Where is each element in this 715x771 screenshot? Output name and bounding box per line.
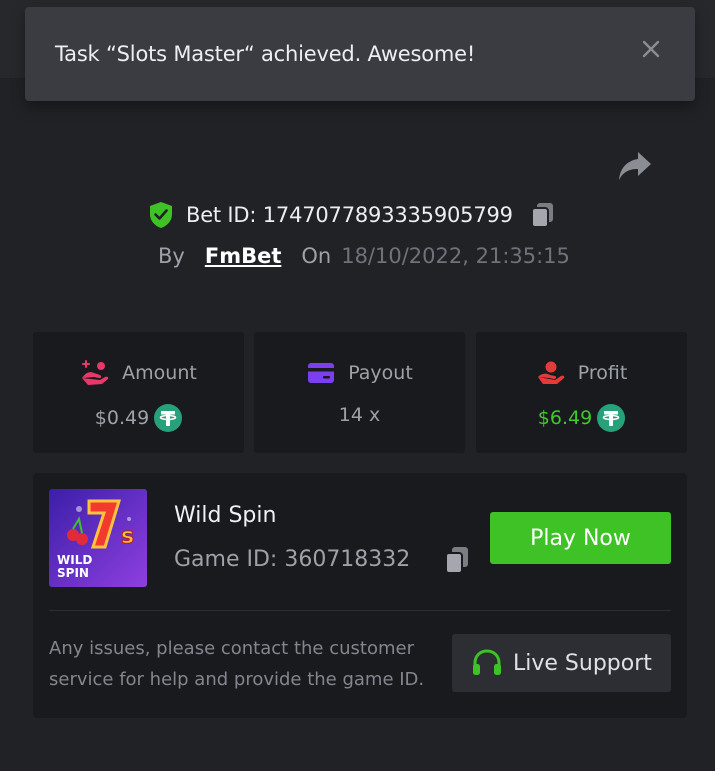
live-support-button[interactable]: Live Support: [452, 634, 671, 692]
on-label: On: [301, 244, 332, 268]
copy-game-id-icon[interactable]: [443, 545, 471, 575]
payout-label: Payout: [348, 362, 413, 384]
author-link[interactable]: FmBet: [205, 244, 282, 268]
hand-profit-icon: [537, 361, 564, 384]
game-name: Wild Spin: [174, 503, 277, 528]
achievement-toast: Task “Slots Master“ achieved. Awesome!: [25, 7, 695, 101]
thumb-subtitle: SPIN: [57, 566, 89, 580]
svg-text:s: s: [121, 524, 134, 549]
tether-icon: [597, 404, 626, 432]
wallet-card-icon: [308, 363, 335, 383]
thumb-title: WILD: [57, 553, 93, 567]
game-id: Game ID: 360718332: [174, 547, 411, 572]
amount-label: Amount: [122, 362, 197, 384]
toast-message: Task “Slots Master“ achieved. Awesome!: [55, 42, 476, 66]
tether-icon: [154, 404, 183, 432]
bet-id-row: Bet ID: 1747077893335905799: [148, 200, 557, 230]
live-support-label: Live Support: [513, 650, 652, 676]
payout-value: 14 x: [338, 404, 381, 426]
copy-icon[interactable]: [529, 201, 557, 229]
play-now-button[interactable]: Play Now: [490, 512, 671, 564]
profit-card: Profit $6.49: [476, 332, 687, 453]
bet-date: 18/10/2022, 21:35:15: [341, 244, 570, 268]
by-label: By: [158, 244, 185, 268]
game-card: s WILD SPIN Wild Spin Game ID: 360718332…: [33, 473, 687, 718]
divider: [49, 610, 671, 611]
game-thumbnail[interactable]: s WILD SPIN: [49, 489, 147, 587]
close-icon[interactable]: [639, 37, 663, 61]
payout-card: Payout 14 x: [254, 332, 465, 453]
profit-value: $6.49: [537, 407, 593, 429]
bet-id: Bet ID: 1747077893335905799: [186, 203, 513, 227]
headset-icon: [473, 649, 501, 675]
verified-shield-icon: [150, 202, 172, 228]
hand-coins-icon: [82, 360, 109, 385]
amount-card: Amount $0.49: [33, 332, 244, 453]
support-info-text: Any issues, please contact the customer …: [49, 638, 425, 690]
profit-label: Profit: [577, 362, 628, 384]
bet-meta: By FmBet On 18/10/2022, 21:35:15: [158, 244, 570, 268]
share-icon[interactable]: [618, 150, 652, 182]
amount-value: $0.49: [94, 407, 150, 429]
